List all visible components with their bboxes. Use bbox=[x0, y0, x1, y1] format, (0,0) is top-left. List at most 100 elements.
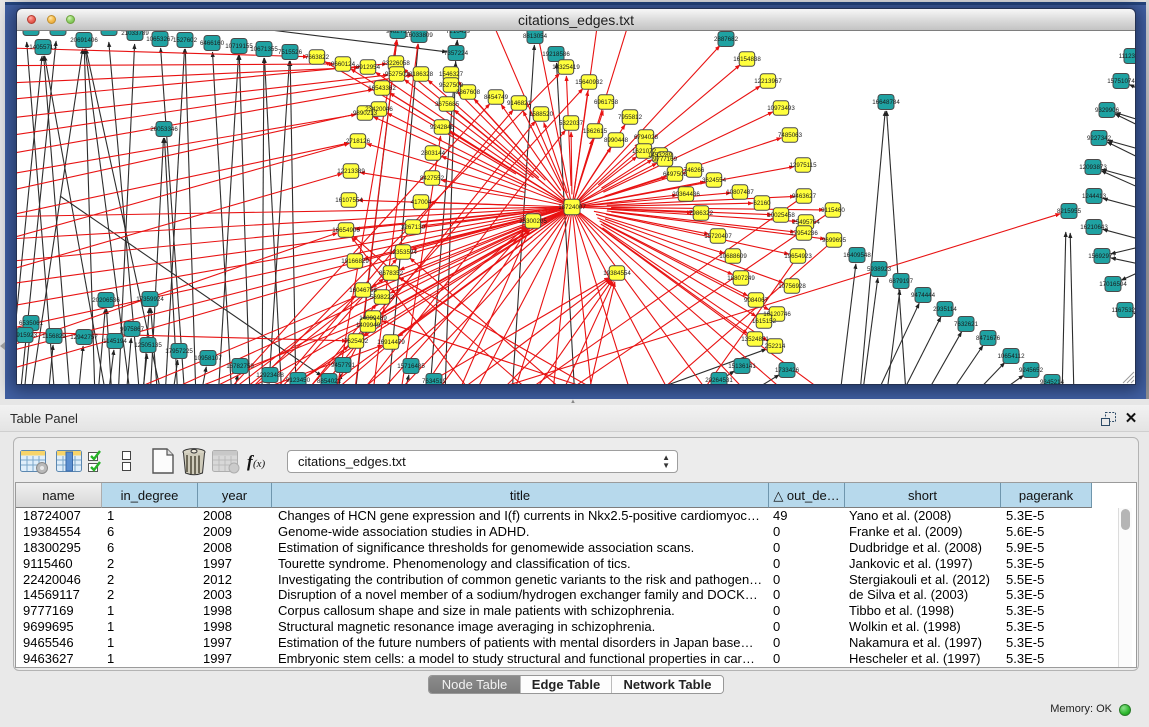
svg-text:14099489: 14099489 bbox=[359, 315, 387, 322]
svg-text:9527503: 9527503 bbox=[385, 71, 410, 78]
svg-text:18955367: 18955367 bbox=[95, 31, 123, 32]
svg-text:10025458: 10025458 bbox=[767, 212, 795, 219]
svg-text:9084067: 9084067 bbox=[744, 297, 769, 304]
svg-text:252214: 252214 bbox=[765, 343, 786, 350]
svg-text:16154838: 16154838 bbox=[733, 56, 761, 63]
svg-text:9146821: 9146821 bbox=[507, 100, 532, 107]
svg-text:8990448: 8990448 bbox=[604, 137, 629, 144]
svg-text:9527508: 9527508 bbox=[439, 82, 464, 89]
svg-text:17957225: 17957225 bbox=[165, 348, 193, 355]
svg-text:1362615: 1362615 bbox=[583, 128, 608, 135]
svg-text:9123450: 9123450 bbox=[286, 377, 311, 384]
svg-text:12213967: 12213967 bbox=[754, 78, 782, 85]
svg-text:20691406: 20691406 bbox=[70, 37, 98, 44]
svg-text:21033789: 21033789 bbox=[121, 31, 149, 37]
svg-text:19166829: 19166829 bbox=[341, 258, 369, 265]
svg-text:15136141: 15136141 bbox=[728, 363, 756, 370]
svg-text:10671355: 10671355 bbox=[250, 46, 278, 53]
svg-text:10653267: 10653267 bbox=[146, 36, 174, 43]
svg-text:6961758: 6961758 bbox=[594, 99, 619, 106]
svg-text:10973493: 10973493 bbox=[767, 105, 795, 112]
svg-text:6879197: 6879197 bbox=[889, 278, 914, 285]
svg-text:8471676: 8471676 bbox=[976, 335, 1001, 342]
svg-text:2935114: 2935114 bbox=[933, 306, 957, 313]
svg-text:1733426: 1733426 bbox=[775, 367, 800, 374]
svg-text:15640932: 15640932 bbox=[575, 79, 603, 86]
svg-text:12093873: 12093873 bbox=[1079, 164, 1107, 171]
svg-text:417004: 417004 bbox=[411, 199, 432, 206]
svg-text:9242848: 9242848 bbox=[430, 124, 455, 131]
svg-text:15692971: 15692971 bbox=[1088, 253, 1116, 260]
svg-text:9227342: 9227342 bbox=[1087, 135, 1112, 142]
svg-text:8912954: 8912954 bbox=[356, 64, 381, 71]
svg-text:17016504: 17016504 bbox=[1099, 281, 1127, 288]
svg-text:13524851: 13524851 bbox=[741, 336, 769, 343]
svg-text:3624554: 3624554 bbox=[702, 177, 727, 184]
svg-text:1244413: 1244413 bbox=[1082, 193, 1107, 200]
svg-text:8813054: 8813054 bbox=[523, 33, 548, 40]
svg-text:9245652: 9245652 bbox=[1019, 367, 1044, 374]
svg-text:7625402: 7625402 bbox=[344, 338, 369, 345]
svg-text:(x): (x) bbox=[253, 458, 266, 470]
svg-text:2867608: 2867608 bbox=[456, 89, 481, 96]
svg-text:7632621: 7632621 bbox=[954, 321, 979, 328]
svg-text:12353594: 12353594 bbox=[389, 249, 417, 256]
svg-text:9329906: 9329906 bbox=[1095, 107, 1120, 114]
svg-text:23226058: 23226058 bbox=[382, 60, 410, 67]
svg-text:25495764: 25495764 bbox=[792, 219, 820, 226]
svg-text:16107554: 16107554 bbox=[335, 197, 363, 204]
svg-text:15751074: 15751074 bbox=[1107, 78, 1135, 85]
svg-text:7216459: 7216459 bbox=[446, 31, 471, 35]
svg-text:3915923: 3915923 bbox=[17, 332, 38, 339]
svg-text:1156829: 1156829 bbox=[42, 333, 66, 340]
svg-text:2718126: 2718126 bbox=[346, 138, 371, 145]
svg-text:15716485: 15716485 bbox=[397, 363, 425, 370]
svg-text:15720407: 15720407 bbox=[704, 233, 732, 240]
svg-text:1588520: 1588520 bbox=[529, 111, 554, 118]
svg-text:18724007: 18724007 bbox=[558, 204, 586, 211]
svg-text:1409949: 1409949 bbox=[356, 322, 381, 329]
svg-text:12942757: 12942757 bbox=[70, 334, 98, 341]
svg-text:8678352: 8678352 bbox=[379, 270, 404, 277]
svg-text:20531312: 20531312 bbox=[17, 31, 45, 32]
svg-text:62160: 62160 bbox=[753, 200, 771, 207]
svg-text:5938923: 5938923 bbox=[867, 266, 892, 273]
svg-text:12975115: 12975115 bbox=[789, 162, 817, 169]
svg-text:11675326: 11675326 bbox=[1111, 307, 1135, 314]
svg-text:9463627: 9463627 bbox=[792, 193, 817, 200]
svg-text:8186328: 8186328 bbox=[409, 71, 434, 78]
svg-text:10654112: 10654112 bbox=[997, 353, 1025, 360]
svg-text:19384554: 19384554 bbox=[603, 270, 631, 277]
svg-text:12923488: 12923488 bbox=[256, 372, 284, 379]
svg-text:12505135: 12505135 bbox=[134, 342, 162, 349]
svg-text:3675685: 3675685 bbox=[435, 101, 460, 108]
svg-text:20264531: 20264531 bbox=[705, 377, 733, 384]
svg-text:9660124: 9660124 bbox=[331, 61, 356, 68]
svg-text:14055713: 14055713 bbox=[29, 44, 57, 51]
svg-text:17954236: 17954236 bbox=[790, 230, 818, 237]
svg-text:10688609: 10688609 bbox=[719, 253, 747, 260]
svg-text:19218586: 19218586 bbox=[542, 51, 570, 58]
svg-text:2803144: 2803144 bbox=[421, 150, 446, 157]
svg-text:10756928: 10756928 bbox=[778, 283, 806, 290]
svg-text:18807249: 18807249 bbox=[727, 275, 755, 282]
svg-text:16120746: 16120746 bbox=[763, 311, 791, 318]
svg-text:2887682: 2887682 bbox=[714, 36, 739, 43]
svg-text:16210643: 16210643 bbox=[1080, 224, 1108, 231]
svg-text:12213389: 12213389 bbox=[337, 168, 365, 175]
svg-text:7357224: 7357224 bbox=[444, 50, 469, 57]
svg-text:3267130: 3267130 bbox=[401, 224, 426, 231]
svg-text:9115460: 9115460 bbox=[821, 207, 845, 214]
svg-text:6497508: 6497508 bbox=[663, 171, 688, 178]
svg-text:25300205: 25300205 bbox=[519, 218, 547, 225]
svg-text:9890213: 9890213 bbox=[353, 110, 378, 117]
svg-text:9975867: 9975867 bbox=[120, 326, 145, 333]
svg-text:5698222: 5698222 bbox=[370, 294, 395, 301]
svg-text:11123834: 11123834 bbox=[1119, 53, 1135, 60]
svg-text:17359924: 17359924 bbox=[136, 296, 164, 303]
svg-text:6794028: 6794028 bbox=[634, 134, 659, 141]
svg-text:1527602: 1527602 bbox=[173, 37, 198, 44]
svg-text:1546327: 1546327 bbox=[439, 71, 464, 78]
svg-text:16782759: 16782759 bbox=[226, 363, 254, 370]
svg-text:7955812: 7955812 bbox=[618, 114, 643, 121]
